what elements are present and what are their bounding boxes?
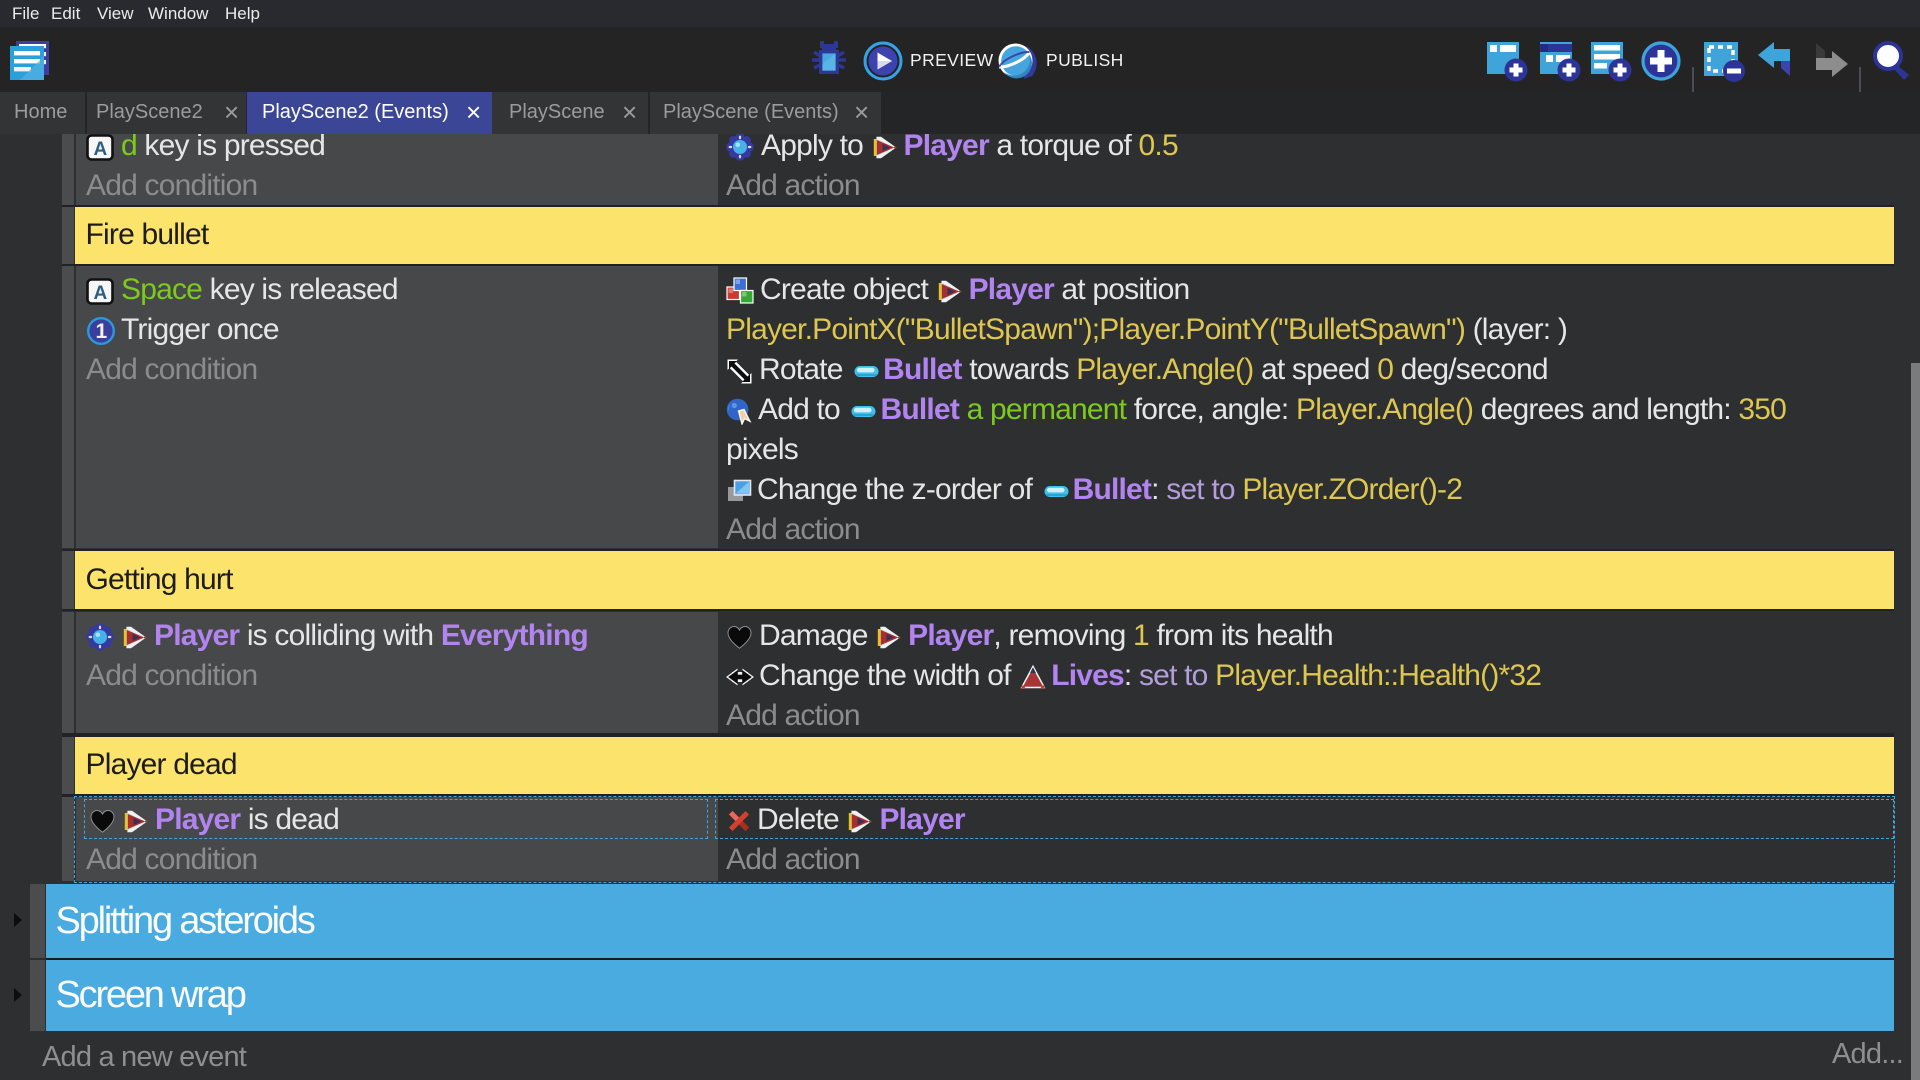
svg-text:A: A	[94, 283, 108, 304]
svg-text:A: A	[94, 139, 108, 160]
svg-text:1: 1	[96, 320, 108, 343]
